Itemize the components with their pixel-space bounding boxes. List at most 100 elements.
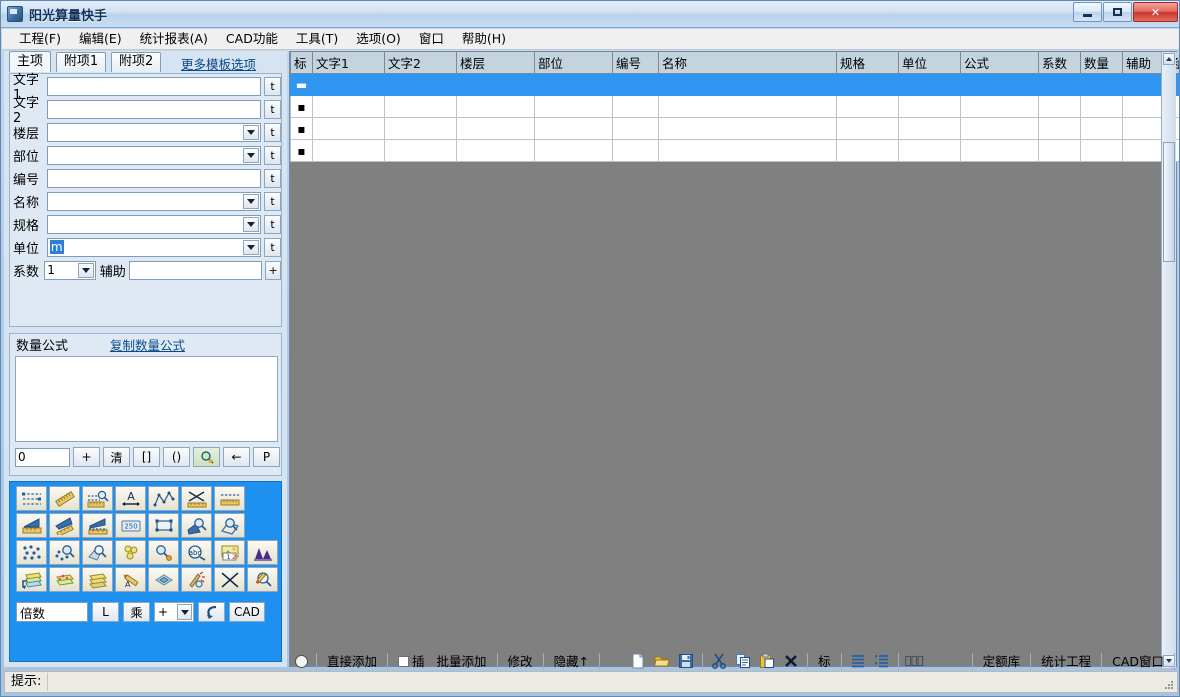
cell-floor[interactable]: [456, 95, 535, 118]
cell-aux[interactable]: [1122, 139, 1165, 162]
menu-item-reports[interactable]: 统计报表(A): [131, 29, 217, 49]
menu-item-edit[interactable]: 编辑(E): [70, 29, 131, 49]
delete-icon[interactable]: [780, 651, 802, 671]
l-button[interactable]: L: [92, 602, 119, 622]
part-input[interactable]: [47, 146, 261, 164]
aux-add-button[interactable]: +: [265, 260, 282, 280]
cell-code[interactable]: [612, 73, 659, 96]
spec-input[interactable]: [47, 215, 261, 233]
segment-ruler-icon[interactable]: [214, 486, 245, 511]
cell-quantity[interactable]: [1080, 95, 1123, 118]
cell-code[interactable]: [612, 139, 659, 162]
unit-t-button[interactable]: t: [264, 237, 281, 257]
cell-floor[interactable]: [456, 117, 535, 140]
menu-item-cad[interactable]: CAD功能: [217, 29, 287, 49]
cell-spec[interactable]: [836, 73, 899, 96]
cell-formula[interactable]: [960, 139, 1039, 162]
cell-unit[interactable]: [898, 117, 961, 140]
pencil-a-icon[interactable]: A: [115, 567, 146, 592]
floor-t-button[interactable]: t: [264, 122, 281, 142]
text-width-icon[interactable]: A: [115, 486, 146, 511]
shape-zoom-icon[interactable]: [214, 513, 245, 538]
cell-unit[interactable]: [898, 139, 961, 162]
ruler-zoom-icon[interactable]: [82, 486, 113, 511]
hide-button[interactable]: 隐藏↑: [548, 652, 595, 671]
table-row[interactable]: ▪: [290, 117, 1179, 140]
tab-sub2[interactable]: 附项2: [110, 52, 162, 72]
new-file-icon[interactable]: [627, 651, 649, 671]
spec-t-button[interactable]: t: [264, 214, 281, 234]
columns-icon[interactable]: [904, 651, 926, 671]
code-input[interactable]: [47, 169, 261, 187]
layers-icon[interactable]: [82, 567, 113, 592]
statistics-project-button[interactable]: 统计工程: [1035, 652, 1097, 671]
name-combo[interactable]: [46, 191, 262, 211]
cross-measure-icon[interactable]: [181, 486, 212, 511]
text2-input[interactable]: [47, 100, 261, 118]
list-lines-icon[interactable]: [847, 651, 869, 671]
vertical-scrollbar[interactable]: [1161, 52, 1176, 668]
code-t-button[interactable]: t: [264, 168, 281, 188]
quota-library-button[interactable]: 定额库: [977, 652, 1027, 671]
cell-coefficient[interactable]: [1038, 73, 1081, 96]
cell-quantity[interactable]: [1080, 117, 1123, 140]
pick-magnet-icon[interactable]: [148, 540, 179, 565]
intersect-icon[interactable]: [214, 567, 245, 592]
floor-combo[interactable]: [46, 122, 262, 142]
direct-add-button[interactable]: 直接添加: [321, 652, 383, 671]
text1-input[interactable]: [47, 77, 261, 95]
numbered-image-icon[interactable]: 12: [214, 540, 245, 565]
text2-t-button[interactable]: t: [264, 99, 281, 119]
menu-item-window[interactable]: 窗口: [410, 29, 453, 49]
save-icon[interactable]: [675, 651, 697, 671]
menu-item-options[interactable]: 选项(O): [347, 29, 410, 49]
minimize-button[interactable]: [1073, 2, 1102, 22]
list-indent-icon[interactable]: [871, 651, 893, 671]
cell-quantity[interactable]: [1080, 139, 1123, 162]
chevron-down-icon[interactable]: [243, 147, 260, 163]
cell-aux[interactable]: [1122, 95, 1165, 118]
open-folder-icon[interactable]: [651, 651, 673, 671]
cell-text2[interactable]: [384, 73, 457, 96]
brush-zoom-icon[interactable]: [247, 567, 278, 592]
paste-icon[interactable]: [756, 651, 778, 671]
code-field[interactable]: [46, 168, 262, 188]
column-header-quantity[interactable]: 数量: [1080, 52, 1123, 74]
cell-formula[interactable]: [960, 117, 1039, 140]
formula-parens-button[interactable]: (): [163, 447, 190, 467]
menu-item-help[interactable]: 帮助(H): [453, 29, 515, 49]
cell-coefficient[interactable]: [1038, 117, 1081, 140]
multiply-button[interactable]: 乘: [123, 602, 150, 622]
abc-zoom-icon[interactable]: abc: [181, 540, 212, 565]
slope-ruler-icon[interactable]: [49, 513, 80, 538]
column-header-spec[interactable]: 规格: [836, 52, 899, 74]
cell-text1[interactable]: [312, 117, 385, 140]
scroll-up-arrow-icon[interactable]: [1163, 53, 1175, 65]
cad-window-button[interactable]: CAD窗口: [1106, 652, 1170, 671]
part-combo[interactable]: [46, 145, 262, 165]
cell-part[interactable]: [534, 95, 613, 118]
formula-result-value[interactable]: 0: [15, 447, 70, 467]
tab-sub1[interactable]: 附项1: [55, 52, 107, 72]
cell-name[interactable]: [658, 139, 837, 162]
text1-t-button[interactable]: t: [264, 76, 281, 96]
cell-text1[interactable]: [312, 139, 385, 162]
column-header-coefficient[interactable]: 系数: [1038, 52, 1081, 74]
cell-unit[interactable]: [898, 73, 961, 96]
cell-text1[interactable]: [312, 73, 385, 96]
curve-button[interactable]: [198, 602, 225, 622]
text2-field[interactable]: [46, 99, 262, 119]
formula-clear-button[interactable]: 清: [103, 447, 130, 467]
cell-quantity[interactable]: [1080, 73, 1123, 96]
cell-coefficient[interactable]: [1038, 139, 1081, 162]
chart-icon[interactable]: [247, 540, 278, 565]
column-header-floor[interactable]: 楼层: [456, 52, 535, 74]
cell-spec[interactable]: [836, 95, 899, 118]
text1-field[interactable]: [46, 76, 262, 96]
chevron-down-icon[interactable]: [243, 239, 260, 255]
cell-spec[interactable]: [836, 117, 899, 140]
table-row[interactable]: ▬: [290, 73, 1179, 96]
area-ruler-icon[interactable]: [16, 513, 47, 538]
layers-star-icon[interactable]: [49, 567, 80, 592]
cell-part[interactable]: [534, 73, 613, 96]
